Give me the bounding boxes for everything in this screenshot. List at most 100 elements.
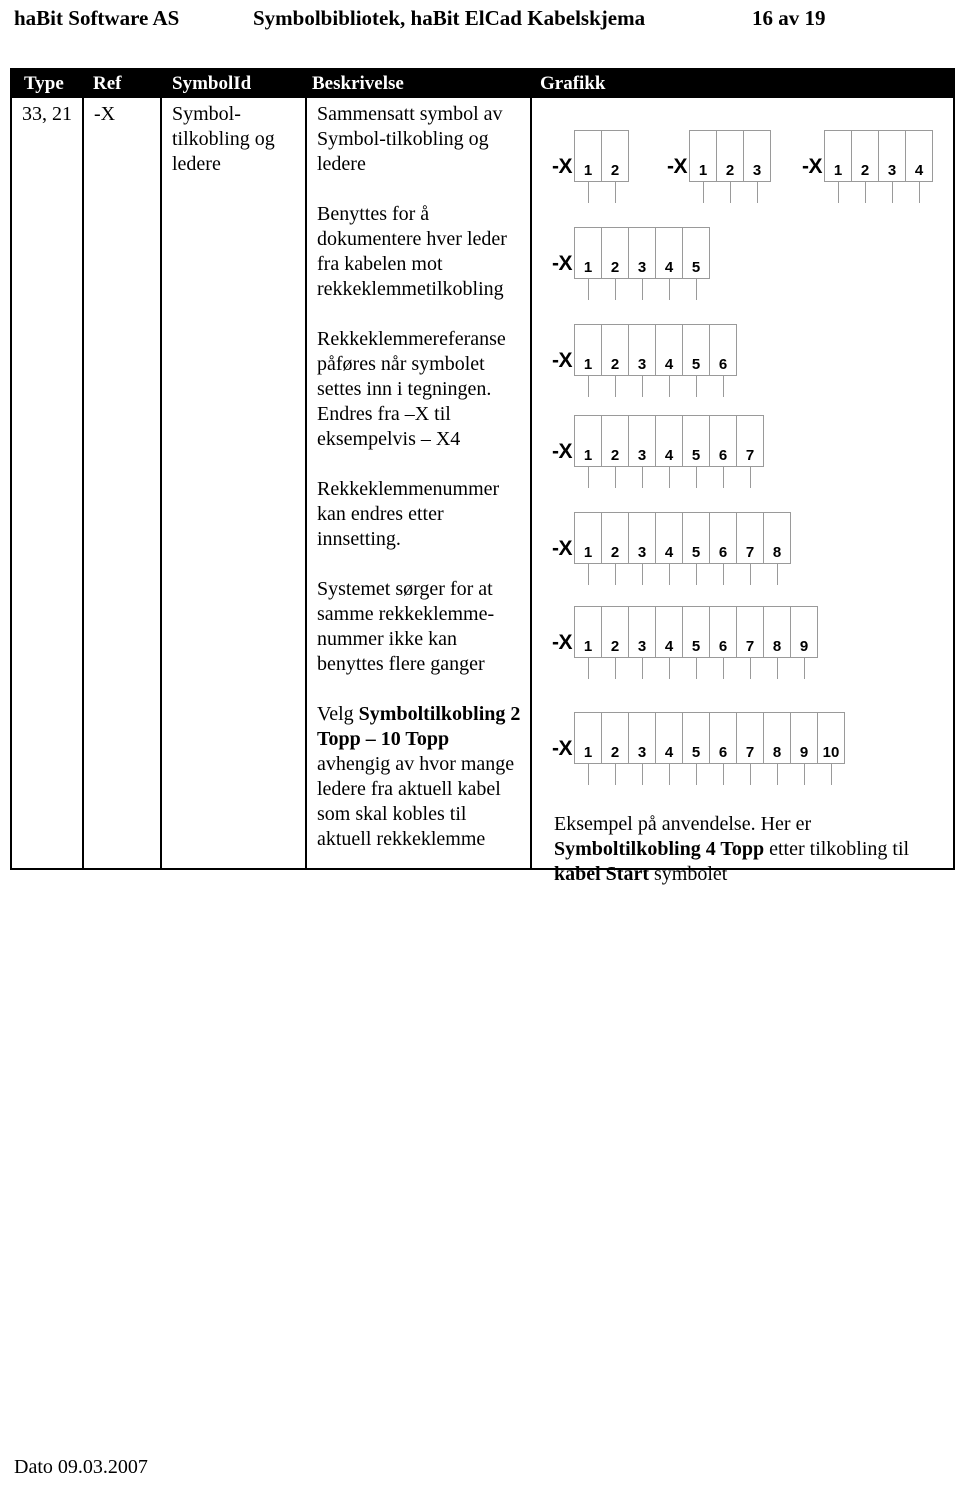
terminal-number: 1 — [583, 447, 593, 464]
terminal-lead-line — [696, 763, 697, 785]
cell-ref: -X — [84, 98, 160, 127]
cell-beskrivelse: Sammensatt symbol av Symbol-tilkobling o… — [307, 98, 530, 852]
terminal-ref-label: -X — [552, 537, 573, 560]
page-header-company: haBit Software AS — [14, 6, 180, 30]
terminal-cell: 2 — [601, 324, 629, 397]
column-divider-2 — [160, 98, 162, 868]
terminal-lead-line — [669, 657, 670, 679]
terminal-block-2: -X 12 — [552, 130, 629, 203]
terminal-block-7: -X 1234567 — [552, 415, 764, 488]
terminal-number: 5 — [691, 447, 701, 464]
terminal-lead-line — [615, 181, 616, 203]
terminal-lead-line — [588, 657, 589, 679]
terminal-lead-line — [723, 375, 724, 397]
caption-mid: etter tilkobling til — [764, 838, 910, 860]
page-header-pagenum: 16 av 19 — [752, 6, 826, 30]
terminal-cell: 2 — [716, 130, 744, 203]
terminal-lead-line — [588, 763, 589, 785]
terminal-cell: 8 — [763, 712, 791, 785]
terminal-cell: 9 — [790, 712, 818, 785]
terminal-cell: 1 — [689, 130, 717, 203]
terminal-lead-line — [669, 375, 670, 397]
column-header-type: Type — [24, 73, 64, 94]
terminal-cells: 12345678 — [574, 512, 791, 585]
table-row: 33, 21 -X Symbol-tilkobling og ledere Sa… — [12, 98, 953, 885]
terminal-lead-line — [642, 466, 643, 488]
terminal-cells: 1 2 3 4 5 6 7 8 9 10 — [574, 712, 845, 785]
terminal-block-9: -X 123456789 — [552, 606, 818, 679]
terminal-cell: 6 — [709, 712, 737, 785]
terminal-number: 4 — [664, 259, 674, 276]
terminal-cells: 12 — [574, 130, 629, 203]
terminal-number: 2 — [860, 162, 870, 179]
terminal-number: 7 — [745, 447, 755, 464]
column-header-beskrivelse: Beskrivelse — [312, 73, 404, 94]
terminal-number: 3 — [637, 356, 647, 373]
terminal-ref-label: -X — [552, 440, 573, 463]
terminal-cell: 5 — [682, 227, 710, 300]
terminal-cell: 5 — [682, 512, 710, 585]
terminal-cells: 123 — [689, 130, 771, 203]
terminal-lead-line — [730, 181, 731, 203]
column-divider-1 — [82, 98, 84, 868]
terminal-cell: 1 — [824, 130, 852, 203]
terminal-cell: 3 — [628, 512, 656, 585]
terminal-ref-label: -X — [552, 155, 573, 178]
terminal-cell: 1 — [574, 227, 602, 300]
terminal-number: 1 — [583, 162, 593, 179]
column-header-grafikk: Grafikk — [540, 73, 606, 94]
description-lead: Velg — [317, 703, 359, 725]
terminal-cell: 2 — [601, 130, 629, 203]
terminal-number: 2 — [610, 356, 620, 373]
terminal-number: 3 — [752, 162, 762, 179]
terminal-number: 2 — [610, 447, 620, 464]
terminal-cell: 7 — [736, 606, 764, 679]
terminal-lead-line — [703, 181, 704, 203]
terminal-lead-line — [615, 466, 616, 488]
terminal-cell: 1 — [574, 324, 602, 397]
terminal-lead-line — [838, 181, 839, 203]
terminal-lead-line — [750, 763, 751, 785]
terminal-number: 1 — [583, 544, 593, 561]
terminal-cell: 4 — [655, 512, 683, 585]
terminal-number: 1 — [583, 356, 593, 373]
terminal-lead-line — [669, 563, 670, 585]
terminal-cell: 6 — [709, 512, 737, 585]
terminal-lead-line — [831, 763, 832, 785]
terminal-number: 8 — [772, 638, 782, 655]
terminal-cell: 4 — [655, 606, 683, 679]
terminal-number: 6 — [718, 447, 728, 464]
terminal-lead-line — [642, 563, 643, 585]
description-paragraph-1: Sammensatt symbol av Symbol-tilkobling o… — [317, 103, 503, 175]
terminal-cell: 8 — [763, 606, 791, 679]
terminal-ref-label: -X — [552, 631, 573, 654]
terminal-ref-label: -X — [667, 155, 688, 178]
terminal-lead-line — [777, 563, 778, 585]
terminal-number: 3 — [637, 638, 647, 655]
description-tail: avhengig av hvor mange ledere fra aktuel… — [317, 753, 515, 850]
cell-symbolid-value: Symbol-tilkobling og ledere — [172, 103, 275, 175]
terminal-number: 7 — [745, 744, 755, 761]
terminal-lead-line — [588, 278, 589, 300]
terminal-lead-line — [723, 763, 724, 785]
terminal-ref-label: -X — [802, 155, 823, 178]
terminal-number: 6 — [718, 638, 728, 655]
terminal-cell: 3 — [628, 606, 656, 679]
terminal-lead-line — [588, 466, 589, 488]
terminal-lead-line — [615, 278, 616, 300]
footer-date: Dato 09.03.2007 — [14, 1456, 148, 1478]
description-paragraph-5: Systemet sørger for at samme rekkeklemme… — [317, 578, 495, 675]
terminal-number: 7 — [745, 638, 755, 655]
terminal-lead-line — [642, 763, 643, 785]
terminal-number: 3 — [887, 162, 897, 179]
terminal-lead-line — [669, 763, 670, 785]
terminal-cell: 4 — [655, 415, 683, 488]
terminal-lead-line — [723, 466, 724, 488]
terminal-lead-line — [696, 563, 697, 585]
terminal-lead-line — [804, 763, 805, 785]
terminal-lead-line — [615, 563, 616, 585]
column-header-ref: Ref — [93, 73, 122, 94]
terminal-number: 7 — [745, 544, 755, 561]
